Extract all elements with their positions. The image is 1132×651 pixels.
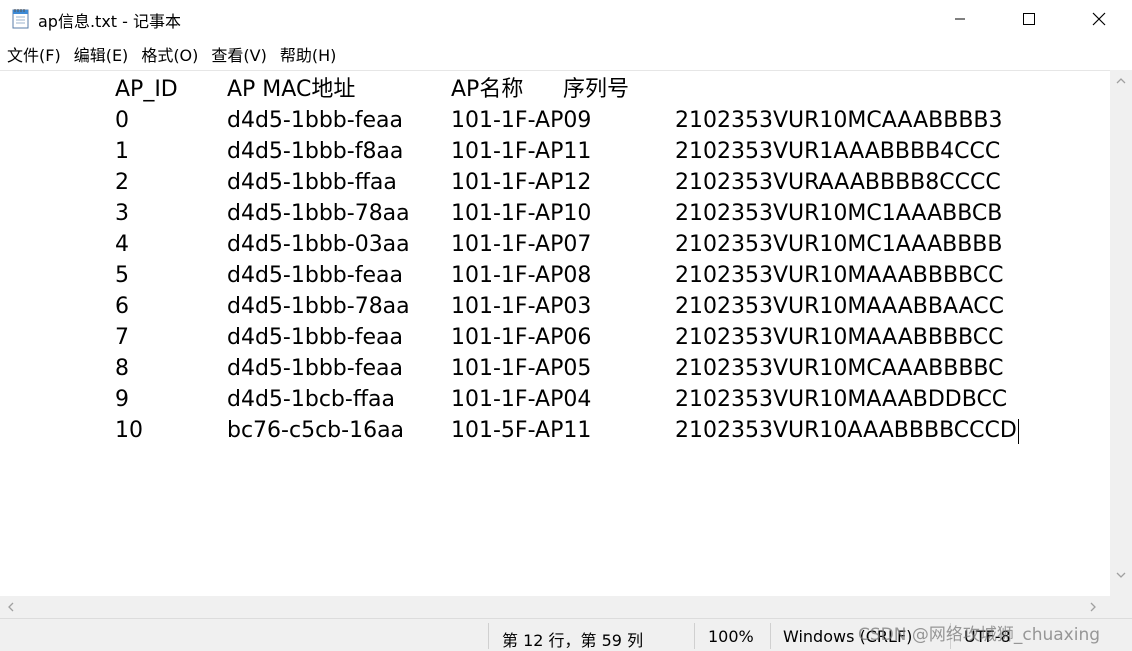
zoom-level: 100% bbox=[708, 627, 754, 646]
ap-serial: 2102353VUR10MCAAABBBBC bbox=[675, 356, 1004, 381]
minimize-icon bbox=[955, 18, 965, 20]
header-line: AP_ID AP MAC地址 AP名称 序列号 bbox=[115, 74, 629, 105]
ap-mac: d4d5-1bbb-ffaa bbox=[227, 170, 397, 195]
ap-id: 9 bbox=[115, 387, 129, 412]
maximize-icon bbox=[1023, 13, 1035, 25]
ap-name: 101-1F-AP09 bbox=[451, 108, 592, 133]
ap-serial: 2102353VUR1AAABBBB4CCC bbox=[675, 139, 1001, 164]
ap-serial: 2102353VUR10MAAABDDBCC bbox=[675, 387, 1008, 412]
ap-id: 10 bbox=[115, 418, 143, 443]
menu-view[interactable]: 查看(V) bbox=[206, 38, 271, 70]
menu-format[interactable]: 格式(O) bbox=[136, 38, 203, 70]
header-serial: 序列号 bbox=[563, 77, 630, 102]
ap-name: 101-1F-AP04 bbox=[451, 387, 592, 412]
ap-serial: 2102353VUR10MAAABBBBCC bbox=[675, 263, 1004, 288]
ap-mac: d4d5-1bbb-78aa bbox=[227, 201, 410, 226]
ap-serial: 2102353VUR10MC1AAABBBB bbox=[675, 232, 1003, 257]
status-separator bbox=[694, 623, 695, 649]
ap-name: 101-1F-AP11 bbox=[451, 139, 592, 164]
ap-id: 5 bbox=[115, 263, 129, 288]
notepad-icon bbox=[10, 7, 32, 29]
menu-help[interactable]: 帮助(H) bbox=[275, 38, 342, 70]
watermark: CSDN @网络攻城狮_chuaxing bbox=[858, 625, 1101, 645]
ap-id: 7 bbox=[115, 325, 129, 350]
ap-name: 101-1F-AP08 bbox=[451, 263, 592, 288]
maximize-button[interactable] bbox=[1006, 0, 1052, 38]
status-separator bbox=[770, 623, 771, 649]
scroll-right-icon[interactable] bbox=[1088, 601, 1098, 613]
scroll-down-icon[interactable] bbox=[1115, 570, 1127, 580]
text-editor[interactable]: AP_ID AP MAC地址 AP名称 序列号 0 d4d5-1bbb-feaa 1… bbox=[0, 70, 1110, 596]
ap-name: 101-1F-AP10 bbox=[451, 201, 592, 226]
ap-id: 8 bbox=[115, 356, 129, 381]
window-title: ap信息.txt - 记事本 bbox=[38, 12, 182, 31]
ap-serial: 2102353VURAAABBBB8CCCC bbox=[675, 170, 1001, 195]
title-bar: ap信息.txt - 记事本 bbox=[0, 0, 1132, 38]
ap-name: 101-1F-AP03 bbox=[451, 294, 592, 319]
ap-serial: 2102353VUR10MC1AAABBCB bbox=[675, 201, 1003, 226]
ap-name: 101-1F-AP06 bbox=[451, 325, 592, 350]
ap-mac: d4d5-1bcb-ffaa bbox=[227, 387, 395, 412]
close-button[interactable] bbox=[1076, 0, 1122, 38]
ap-mac: d4d5-1bbb-f8aa bbox=[227, 139, 404, 164]
ap-mac: d4d5-1bbb-feaa bbox=[227, 263, 403, 288]
scroll-up-icon[interactable] bbox=[1115, 76, 1127, 86]
ap-id: 0 bbox=[115, 108, 129, 133]
menu-edit[interactable]: 编辑(E) bbox=[69, 38, 134, 70]
horizontal-scrollbar[interactable] bbox=[0, 596, 1110, 618]
ap-name: 101-1F-AP07 bbox=[451, 232, 592, 257]
ap-mac: d4d5-1bbb-03aa bbox=[227, 232, 410, 257]
ap-name: 101-5F-AP11 bbox=[451, 418, 592, 443]
menu-bar: 文件(F) 编辑(E) 格式(O) 查看(V) 帮助(H) bbox=[0, 38, 1132, 70]
ap-serial: 2102353VUR10MAAABBBBCC bbox=[675, 325, 1004, 350]
header-mac: AP MAC地址 bbox=[227, 77, 356, 102]
menu-file[interactable]: 文件(F) bbox=[2, 38, 66, 70]
vertical-scrollbar[interactable] bbox=[1110, 70, 1132, 596]
ap-name: 101-1F-AP05 bbox=[451, 356, 592, 381]
ap-name: 101-1F-AP12 bbox=[451, 170, 592, 195]
minimize-button[interactable] bbox=[937, 0, 983, 38]
ap-mac: d4d5-1bbb-feaa bbox=[227, 325, 403, 350]
ap-mac: bc76-c5cb-16aa bbox=[227, 418, 405, 443]
ap-id: 2 bbox=[115, 170, 129, 195]
header-id: AP_ID bbox=[115, 77, 178, 102]
ap-serial: 2102353VUR10MAAABBAACC bbox=[675, 294, 1005, 319]
ap-mac: d4d5-1bbb-feaa bbox=[227, 356, 403, 381]
ap-id: 1 bbox=[115, 139, 129, 164]
cursor-position: 第 12 行，第 59 列 bbox=[502, 631, 644, 650]
text-caret bbox=[1017, 418, 1019, 444]
header-name: AP名称 bbox=[451, 77, 524, 102]
close-icon bbox=[1092, 12, 1106, 26]
ap-id: 4 bbox=[115, 232, 129, 257]
status-separator bbox=[488, 623, 489, 649]
scrollbar-corner bbox=[1110, 596, 1132, 618]
ap-serial: 2102353VUR10AAABBBBCCCD bbox=[675, 418, 1019, 444]
ap-mac: d4d5-1bbb-feaa bbox=[227, 108, 403, 133]
ap-id: 6 bbox=[115, 294, 129, 319]
scroll-left-icon[interactable] bbox=[6, 601, 16, 613]
ap-serial: 2102353VUR10MCAAABBBB3 bbox=[675, 108, 1003, 133]
ap-mac: d4d5-1bbb-78aa bbox=[227, 294, 410, 319]
ap-id: 3 bbox=[115, 201, 129, 226]
